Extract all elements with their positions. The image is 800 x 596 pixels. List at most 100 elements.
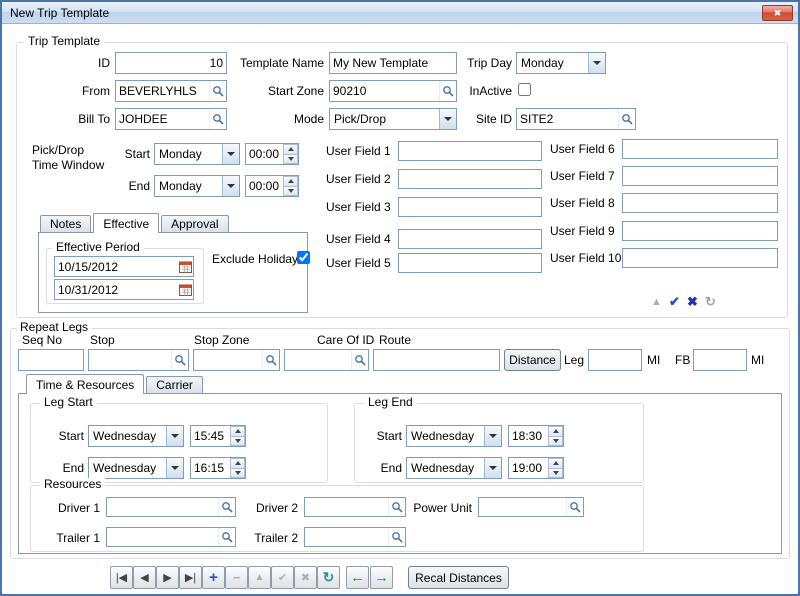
pd-end-day-select[interactable]: Monday xyxy=(154,175,240,197)
start-zone-input[interactable] xyxy=(330,81,439,101)
user-field-5-input[interactable] xyxy=(399,254,541,272)
effective-to-input[interactable] xyxy=(55,280,177,299)
nav-last-button[interactable]: ▶| xyxy=(179,566,202,589)
driver2-lookup-button[interactable] xyxy=(388,498,405,516)
nav-cancel-button[interactable]: ✖ xyxy=(294,566,317,589)
tab-time-resources[interactable]: Time & Resources xyxy=(26,374,144,394)
leg-start-start-dropdown-button[interactable] xyxy=(166,426,183,446)
trailer1-input[interactable] xyxy=(107,528,218,546)
user-field-8-input[interactable] xyxy=(623,194,777,212)
user-field-10-input[interactable] xyxy=(623,249,777,267)
nav-next-button[interactable]: ▶ xyxy=(156,566,179,589)
collapse-button[interactable]: ▲ xyxy=(648,293,665,311)
title-bar[interactable]: New Trip Template xyxy=(2,2,798,24)
trip-day-select[interactable]: Monday xyxy=(516,52,606,74)
leg-start-start-time-input[interactable] xyxy=(191,426,230,446)
leg-end-start-time-input[interactable] xyxy=(509,426,548,446)
stop-lookup-button[interactable] xyxy=(171,350,188,370)
spin-up-button[interactable] xyxy=(230,458,245,469)
start-zone-lookup-button[interactable] xyxy=(439,81,456,101)
fb-input[interactable] xyxy=(694,350,746,370)
spin-up-button[interactable] xyxy=(283,144,298,155)
recal-distances-button[interactable]: Recal Distances xyxy=(408,566,509,589)
effective-from-calendar-button[interactable] xyxy=(177,257,193,276)
stop-zone-lookup-button[interactable] xyxy=(262,350,279,370)
mode-select[interactable]: Pick/Drop xyxy=(329,108,457,130)
tab-approval[interactable]: Approval xyxy=(161,215,228,232)
shift-right-button[interactable]: → xyxy=(370,566,393,589)
spin-up-button[interactable] xyxy=(548,458,563,469)
leg-end-end-dropdown-button[interactable] xyxy=(484,458,501,478)
exclude-holiday-checkbox[interactable] xyxy=(297,251,310,264)
leg-start-start-day-select[interactable]: Wednesday xyxy=(88,425,184,447)
tab-notes[interactable]: Notes xyxy=(40,215,91,232)
driver1-input[interactable] xyxy=(107,498,218,516)
tab-carrier[interactable]: Carrier xyxy=(146,376,203,393)
close-button[interactable]: ✖ xyxy=(762,5,793,21)
nav-insert-button[interactable]: + xyxy=(202,566,225,589)
spin-down-button[interactable] xyxy=(548,469,563,479)
user-field-7-input[interactable] xyxy=(623,167,777,185)
inactive-checkbox[interactable] xyxy=(518,83,531,96)
spin-down-button[interactable] xyxy=(283,155,298,165)
spin-down-button[interactable] xyxy=(548,437,563,447)
refresh-button[interactable]: ↻ xyxy=(702,293,719,311)
post-button[interactable]: ✔ xyxy=(666,293,683,311)
trailer2-input[interactable] xyxy=(305,528,388,546)
leg-end-end-time-input[interactable] xyxy=(509,458,548,478)
driver1-lookup-button[interactable] xyxy=(218,498,235,516)
trailer1-lookup-button[interactable] xyxy=(218,528,235,546)
seq-no-input[interactable] xyxy=(19,350,83,370)
pd-end-time-input[interactable] xyxy=(246,176,283,196)
nav-prior-button[interactable]: ◀ xyxy=(133,566,156,589)
shift-left-button[interactable]: ← xyxy=(346,566,369,589)
user-field-3-input[interactable] xyxy=(399,198,541,216)
user-field-9-input[interactable] xyxy=(623,222,777,240)
nav-first-button[interactable]: |◀ xyxy=(110,566,133,589)
nav-edit-button[interactable]: ▲ xyxy=(248,566,271,589)
trailer2-lookup-button[interactable] xyxy=(388,528,405,546)
pd-start-time-input[interactable] xyxy=(246,144,283,164)
power-unit-lookup-button[interactable] xyxy=(566,498,583,516)
tab-effective[interactable]: Effective xyxy=(93,213,159,233)
cancel-button[interactable]: ✖ xyxy=(684,293,701,311)
spin-down-button[interactable] xyxy=(283,187,298,197)
driver2-input[interactable] xyxy=(305,498,388,516)
leg-start-end-dropdown-button[interactable] xyxy=(166,458,183,478)
site-id-input[interactable] xyxy=(517,109,618,129)
site-id-lookup-button[interactable] xyxy=(618,109,635,129)
spin-up-button[interactable] xyxy=(283,176,298,187)
power-unit-input[interactable] xyxy=(479,498,566,516)
effective-to-calendar-button[interactable] xyxy=(177,280,193,299)
nav-refresh-button[interactable]: ↻ xyxy=(317,566,340,589)
bill-to-lookup-button[interactable] xyxy=(209,109,226,129)
leg-end-end-day-select[interactable]: Wednesday xyxy=(406,457,502,479)
user-field-2-input[interactable] xyxy=(399,170,541,188)
spin-up-button[interactable] xyxy=(230,426,245,437)
nav-delete-button[interactable]: − xyxy=(225,566,248,589)
stop-zone-input[interactable] xyxy=(194,350,262,370)
mode-dropdown-button[interactable] xyxy=(439,109,456,129)
template-name-input[interactable] xyxy=(330,53,456,73)
trip-day-dropdown-button[interactable] xyxy=(588,53,605,73)
leg-start-end-day-select[interactable]: Wednesday xyxy=(88,457,184,479)
leg-start-end-time-input[interactable] xyxy=(191,458,230,478)
pd-start-day-select[interactable]: Monday xyxy=(154,143,240,165)
spin-down-button[interactable] xyxy=(230,437,245,447)
user-field-4-input[interactable] xyxy=(399,230,541,248)
stop-input[interactable] xyxy=(89,350,171,370)
pd-end-dropdown-button[interactable] xyxy=(222,176,239,196)
leg-end-start-day-select[interactable]: Wednesday xyxy=(406,425,502,447)
route-input[interactable] xyxy=(374,350,499,370)
care-of-id-lookup-button[interactable] xyxy=(351,350,368,370)
care-of-id-input[interactable] xyxy=(285,350,351,370)
from-input[interactable] xyxy=(116,81,209,101)
effective-from-input[interactable] xyxy=(55,257,177,276)
spin-up-button[interactable] xyxy=(548,426,563,437)
user-field-1-input[interactable] xyxy=(399,142,541,160)
bill-to-input[interactable] xyxy=(116,109,209,129)
from-lookup-button[interactable] xyxy=(209,81,226,101)
spin-down-button[interactable] xyxy=(230,469,245,479)
user-field-6-input[interactable] xyxy=(623,140,777,158)
pd-start-dropdown-button[interactable] xyxy=(222,144,239,164)
